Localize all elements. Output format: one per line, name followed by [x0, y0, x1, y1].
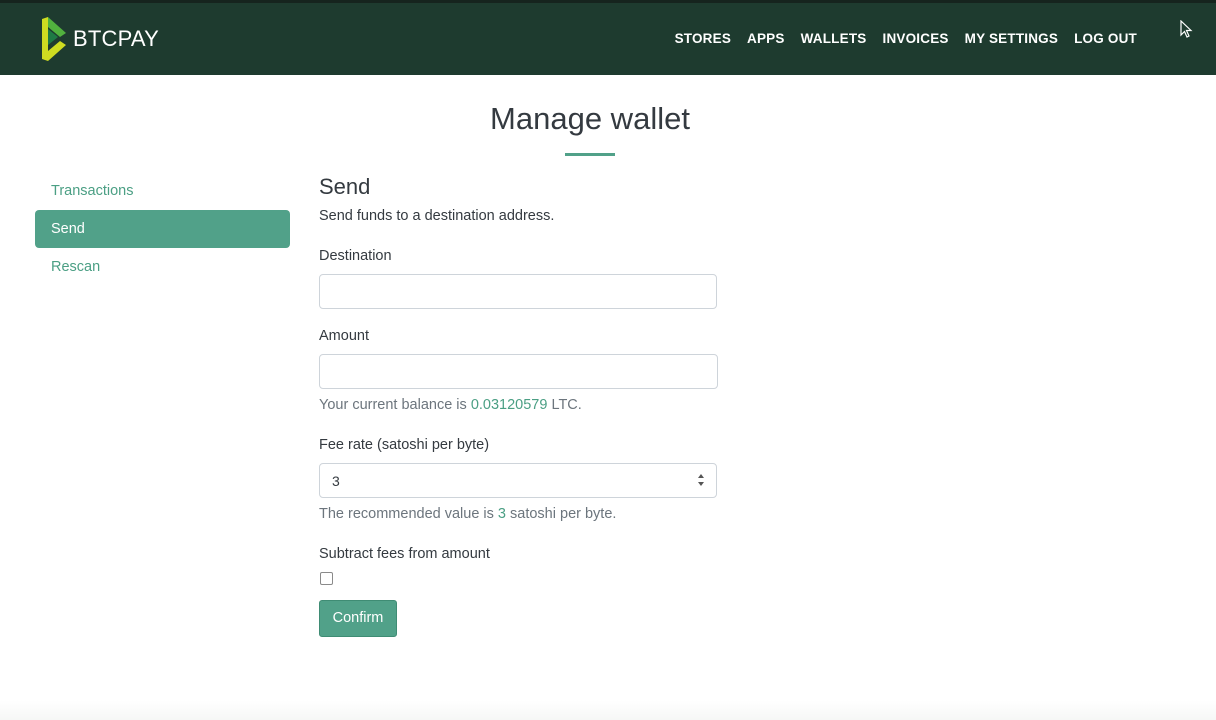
subtract-fees-checkbox[interactable]: [320, 572, 333, 585]
sidebar-item-send[interactable]: Send: [35, 210, 290, 248]
confirm-button[interactable]: Confirm: [319, 600, 397, 637]
page-title: Manage wallet: [490, 101, 690, 136]
balance-hint: Your current balance is 0.03120579 LTC.: [319, 397, 719, 413]
destination-label: Destination: [319, 248, 392, 264]
recommended-suffix: satoshi per byte.: [506, 506, 617, 522]
nav-invoices[interactable]: INVOICES: [883, 31, 949, 46]
balance-prefix: Your current balance is: [319, 397, 471, 413]
balance-value[interactable]: 0.03120579: [471, 397, 548, 413]
subtract-fees-label: Subtract fees from amount: [319, 546, 490, 562]
brand-logo[interactable]: BTCPAY: [40, 15, 159, 63]
section-title: Send: [319, 174, 371, 199]
fee-rate-input[interactable]: [319, 463, 717, 498]
mouse-pointer-icon: [1180, 20, 1193, 38]
fee-rate-field: [319, 463, 717, 498]
recommended-value[interactable]: 3: [498, 506, 506, 522]
top-navbar: BTCPAY STORES APPS WALLETS INVOICES MY S…: [0, 3, 1216, 75]
btcpay-logo-icon: [42, 17, 66, 61]
nav-my-settings[interactable]: MY SETTINGS: [965, 31, 1058, 46]
nav-apps[interactable]: APPS: [747, 31, 785, 46]
fee-rate-label: Fee rate (satoshi per byte): [319, 437, 490, 453]
wallet-sidebar: Transactions Send Rescan: [35, 172, 290, 286]
destination-input[interactable]: [319, 274, 717, 309]
amount-input[interactable]: [319, 354, 718, 389]
number-spinner-icon[interactable]: [697, 473, 705, 487]
sidebar-item-transactions[interactable]: Transactions: [35, 172, 290, 210]
brand-name: BTCPAY: [73, 26, 159, 51]
nav-log-out[interactable]: LOG OUT: [1074, 31, 1137, 46]
balance-suffix: LTC.: [547, 397, 582, 413]
sidebar-item-rescan[interactable]: Rescan: [35, 248, 290, 286]
amount-label: Amount: [319, 328, 369, 344]
main-nav: STORES APPS WALLETS INVOICES MY SETTINGS…: [675, 31, 1137, 46]
page-bottom: [0, 700, 1216, 720]
nav-stores[interactable]: STORES: [675, 31, 731, 46]
send-panel: Send Send funds to a destination address…: [319, 172, 719, 637]
nav-wallets[interactable]: WALLETS: [801, 31, 867, 46]
title-underline: [565, 153, 615, 156]
recommended-prefix: The recommended value is: [319, 506, 498, 522]
recommended-fee-hint: The recommended value is 3 satoshi per b…: [319, 506, 719, 522]
section-description: Send funds to a destination address.: [319, 208, 555, 224]
